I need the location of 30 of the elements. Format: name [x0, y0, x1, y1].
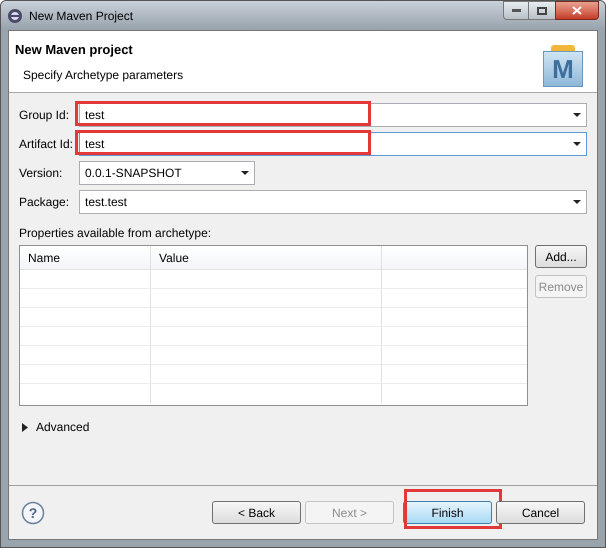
field-label: Group Id:: [19, 107, 70, 124]
minimize-button[interactable]: [503, 1, 529, 20]
advanced-section-toggle[interactable]: Advanced: [36, 418, 90, 436]
dropdown-arrow-icon: [573, 142, 581, 146]
dropdown-arrow-icon: [573, 113, 581, 117]
minimize-icon: [512, 9, 520, 12]
page-title: New Maven project: [15, 41, 134, 59]
maximize-icon: [537, 6, 547, 14]
dialog-button[interactable]: Cancel: [496, 501, 585, 524]
close-icon: [572, 6, 582, 15]
column-header[interactable]: Value: [159, 248, 189, 266]
dialog-button[interactable]: < Back: [212, 501, 301, 524]
column-header[interactable]: Name: [28, 248, 60, 266]
side-button[interactable]: Add...: [535, 245, 587, 268]
properties-label: Properties available from archetype:: [19, 225, 212, 242]
maximize-button[interactable]: [529, 1, 555, 20]
eclipse-logo-icon: [7, 8, 23, 24]
field-label: Artifact Id:: [19, 136, 74, 153]
page-subtitle: Specify Archetype parameters: [23, 66, 184, 84]
help-icon[interactable]: ?: [21, 500, 45, 524]
dialog-button[interactable]: Finish: [403, 501, 492, 524]
combo-field[interactable]: 0.0.1-SNAPSHOT: [79, 161, 255, 185]
combo-field[interactable]: test.test: [79, 190, 587, 214]
field-label: Package:: [19, 194, 70, 211]
close-button[interactable]: [555, 1, 599, 20]
field-label: Version:: [19, 165, 64, 182]
dropdown-arrow-icon: [241, 171, 249, 175]
dropdown-arrow-icon: [573, 200, 581, 204]
expand-triangle-icon[interactable]: [22, 422, 28, 432]
window-title: New Maven Project: [29, 8, 134, 24]
